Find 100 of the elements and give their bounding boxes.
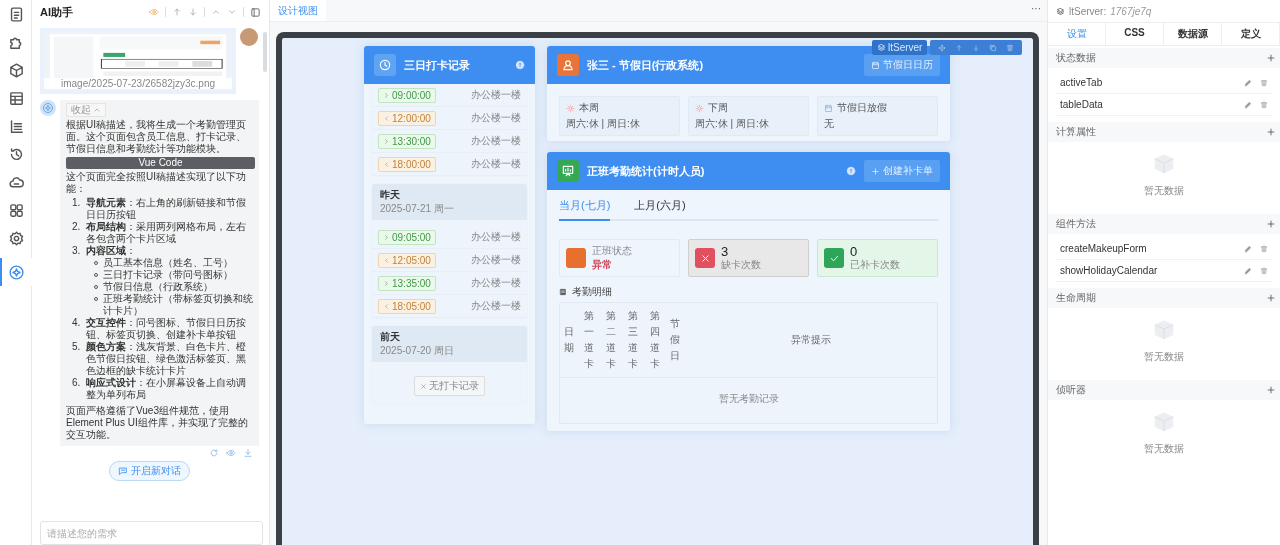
list-item-text: 交互控件：问号图标、节假日日历按钮、标签页切换、创建补卡单按钮 [86, 317, 246, 340]
image-caption: image/2025-07-23/26582jzy3c.png [44, 78, 232, 89]
section-title: 计算属性 [1056, 125, 1096, 139]
component-id: 1767je7q [1110, 5, 1152, 17]
chevron-up-icon [93, 106, 101, 114]
property-row[interactable]: activeTab [1056, 72, 1272, 94]
calendar-icon [871, 60, 880, 70]
list-number: 6. [72, 377, 82, 390]
download-icon[interactable] [243, 448, 253, 458]
list-number: 5. [72, 341, 82, 354]
arrow-up-icon[interactable] [955, 43, 964, 52]
help-icon[interactable] [515, 60, 525, 70]
time-tag: 13:35:00 [378, 275, 436, 291]
refresh-icon[interactable] [209, 448, 219, 458]
column-header: 日期 [560, 303, 578, 378]
empty-text: 暂无考勤记录 [560, 377, 937, 423]
document-icon[interactable] [8, 6, 25, 23]
plus-icon[interactable] [1266, 53, 1276, 63]
sun-icon [566, 103, 575, 113]
pencil-icon[interactable] [1244, 78, 1252, 87]
day-date: 2025-07-20 周日 [380, 344, 455, 358]
presentation-icon [561, 164, 575, 178]
calendar-icon [824, 103, 833, 113]
pencil-icon[interactable] [1244, 244, 1252, 253]
time-tag: 12:00:00 [378, 110, 436, 126]
arrow-down-icon[interactable] [972, 43, 981, 52]
property-name: showHolidayCalendar [1060, 265, 1159, 276]
trash-icon[interactable] [1260, 78, 1268, 87]
inspector-tab[interactable]: 数据源 [1164, 23, 1222, 45]
time-tag: 18:00:00 [378, 156, 436, 172]
list-item-text: 员工基本信息（姓名、工号） [103, 257, 233, 269]
list-item-text: 三日打卡记录（带问号图标） [103, 269, 233, 281]
property-row[interactable]: tableData [1056, 94, 1272, 116]
trash-icon[interactable] [1006, 43, 1015, 52]
location-text: 办公楼一楼 [471, 253, 521, 267]
layout-icon[interactable] [8, 90, 25, 107]
history-icon[interactable] [8, 146, 25, 163]
property-name: createMakeupForm [1060, 243, 1148, 254]
move-icon[interactable] [938, 43, 947, 52]
chevron-left-icon [383, 256, 390, 264]
plus-icon[interactable] [1266, 219, 1276, 229]
settings-icon[interactable] [8, 230, 25, 247]
copy-icon[interactable] [989, 43, 998, 52]
pencil-icon[interactable] [1244, 100, 1252, 109]
layers-icon [1056, 6, 1065, 16]
plus-icon[interactable] [1266, 127, 1276, 137]
help-icon[interactable] [846, 166, 856, 176]
scrollbar[interactable] [263, 32, 267, 72]
user-icon [561, 58, 575, 72]
cube-icon[interactable] [8, 62, 25, 79]
more-button[interactable]: ··· [1025, 2, 1047, 19]
plus-icon[interactable] [1266, 385, 1276, 395]
tile-label: 本周 [579, 101, 599, 115]
column-header: 第三道卡 [622, 303, 644, 378]
stat-label: 缺卡次数 [721, 257, 761, 272]
inspector-tab[interactable]: 设置 [1048, 23, 1106, 45]
eye-icon[interactable] [226, 448, 236, 458]
location-text: 办公楼一楼 [471, 157, 521, 171]
inspector-tab[interactable]: 定义 [1222, 23, 1280, 45]
chevron-right-icon [383, 233, 390, 241]
list-item-text: 布局结构：采用两列网格布局，左右各包含两个卡片区域 [86, 221, 246, 244]
section-title: 生命周期 [1056, 291, 1096, 305]
pencil-icon[interactable] [1244, 266, 1252, 275]
trash-icon[interactable] [1260, 266, 1268, 275]
list-icon[interactable] [8, 118, 25, 135]
card-title: 三日打卡记录 [404, 57, 471, 73]
component-tag[interactable]: ltServer [872, 40, 928, 55]
stat-value: 3 [721, 244, 730, 258]
panel-icon[interactable] [250, 6, 261, 18]
eye-icon[interactable] [149, 7, 159, 17]
time-tag: 12:05:00 [378, 252, 436, 268]
chevron-down-icon[interactable] [227, 7, 237, 17]
arrow-up-icon[interactable] [172, 7, 182, 17]
property-row[interactable]: createMakeupForm [1056, 238, 1272, 260]
message-text: 根据UI稿描述，我将生成一个考勤管理页面。这个页面包含员工信息、打卡记录、节假日信息和考勤统计等功能模块。 [66, 119, 247, 155]
inspector-tab[interactable]: CSS [1106, 23, 1164, 45]
list-item-text: 内容区域： [86, 245, 136, 256]
list-item-text: 颜色方案：浅灰背景、白色卡片、橙色节假日按钮、绿色激活标签页、黑色边框的缺卡统计卡片 [86, 341, 246, 376]
layers-icon [877, 43, 886, 52]
editor-tab[interactable]: 设计视图 [270, 0, 326, 21]
sparkle-icon[interactable] [8, 263, 25, 281]
chevron-up-icon[interactable] [211, 7, 221, 17]
trash-icon[interactable] [1260, 244, 1268, 253]
property-row[interactable]: showHolidayCalendar [1056, 260, 1272, 282]
location-text: 办公楼一楼 [471, 134, 521, 148]
chevron-left-icon [383, 160, 390, 168]
grid-icon[interactable] [8, 202, 25, 219]
tile-value: 周六:休 | 周日:休 [566, 117, 641, 131]
arrow-down-icon[interactable] [188, 7, 198, 17]
close-icon [420, 382, 427, 390]
tile-label: 下周 [708, 101, 728, 115]
month-tab[interactable]: 上月(六月) [634, 196, 686, 221]
stat-value: 异常 [592, 258, 613, 272]
code-block-label[interactable]: Vue Code [66, 157, 255, 169]
message-input[interactable]: 请描述您的需求 [40, 521, 263, 545]
empty-tag: 无打卡记录 [414, 376, 485, 396]
time-tag: 13:30:00 [378, 133, 436, 149]
list-item-text: 节假日信息（行政系统） [103, 281, 213, 293]
plus-icon[interactable] [1266, 293, 1276, 303]
trash-icon[interactable] [1260, 100, 1268, 109]
